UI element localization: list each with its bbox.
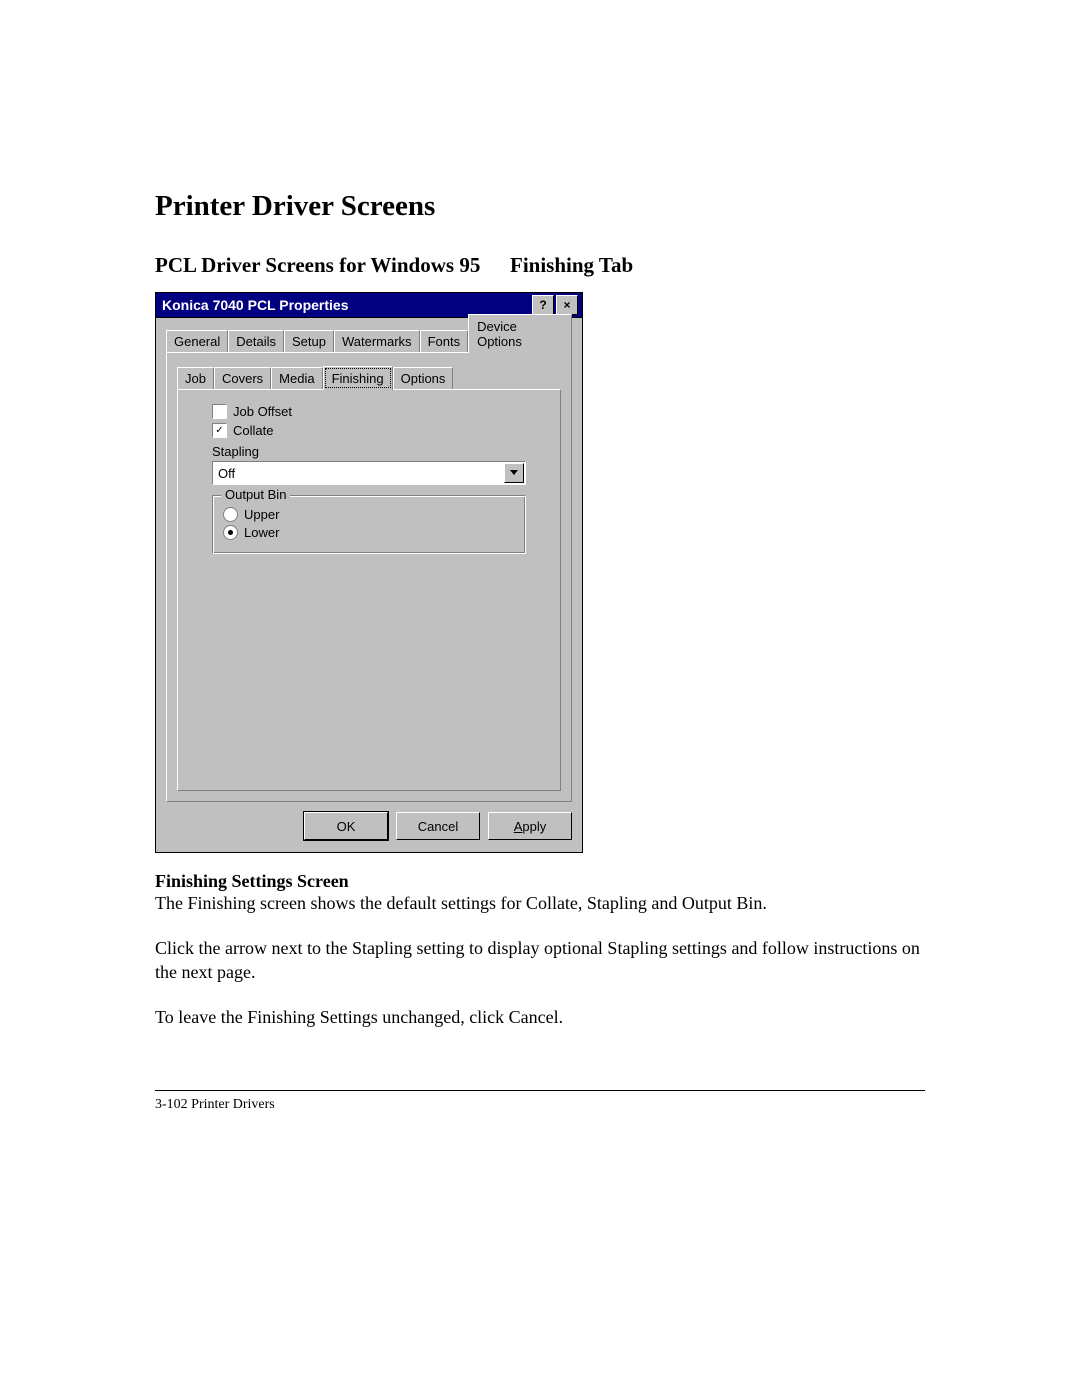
output-upper-label: Upper — [244, 507, 279, 522]
collate-checkbox[interactable]: ✓ — [212, 423, 227, 438]
paragraph-2: Click the arrow next to the Stapling set… — [155, 937, 925, 984]
subtitle-left: PCL Driver Screens for Windows 95 — [155, 253, 510, 278]
tab-setup[interactable]: Setup — [284, 330, 334, 352]
tabstrip-outer: General Details Setup Watermarks Fonts D… — [166, 328, 572, 352]
paragraph-3: To leave the Finishing Settings unchange… — [155, 1006, 925, 1029]
ok-button[interactable]: OK — [304, 812, 388, 840]
stapling-value: Off — [213, 466, 503, 481]
job-offset-checkbox[interactable] — [212, 404, 227, 419]
chevron-down-icon — [510, 470, 518, 476]
page-title: Printer Driver Screens — [155, 190, 925, 223]
properties-dialog: Konica 7040 PCL Properties ? × General D… — [155, 292, 583, 853]
dialog-body: General Details Setup Watermarks Fonts D… — [155, 317, 583, 853]
apply-rest: pply — [522, 819, 546, 834]
tab-options[interactable]: Options — [393, 367, 454, 389]
output-lower-label: Lower — [244, 525, 279, 540]
tab-details[interactable]: Details — [228, 330, 284, 352]
button-row: OK Cancel Apply — [166, 812, 572, 840]
tab-device-options[interactable]: Device Options — [468, 314, 572, 353]
radio-dot-icon — [228, 530, 233, 535]
output-lower-row[interactable]: Lower — [223, 525, 515, 540]
tab-job[interactable]: Job — [177, 367, 214, 389]
tab-finishing[interactable]: Finishing — [323, 366, 393, 390]
tab-general[interactable]: General — [166, 330, 228, 352]
subtitle-row: PCL Driver Screens for Windows 95 Finish… — [155, 253, 925, 278]
subtitle-right: Finishing Tab — [510, 253, 633, 278]
tab-media[interactable]: Media — [271, 367, 322, 389]
job-offset-label: Job Offset — [233, 404, 292, 419]
collate-row[interactable]: ✓ Collate — [212, 423, 550, 438]
stapling-dropdown[interactable]: Off — [212, 461, 526, 485]
tab-fonts[interactable]: Fonts — [420, 330, 469, 352]
close-button[interactable]: × — [556, 295, 578, 315]
output-bin-legend: Output Bin — [221, 487, 290, 502]
stapling-label: Stapling — [212, 444, 550, 459]
tab-covers[interactable]: Covers — [214, 367, 271, 389]
collate-label: Collate — [233, 423, 273, 438]
section-heading: Finishing Settings Screen — [155, 871, 925, 892]
dropdown-button[interactable] — [504, 463, 524, 483]
apply-button[interactable]: Apply — [488, 812, 572, 840]
footer: 3-102 Printer Drivers — [155, 1090, 925, 1113]
cancel-button[interactable]: Cancel — [396, 812, 480, 840]
output-bin-group: Output Bin Upper Lower — [212, 495, 526, 554]
output-lower-radio[interactable] — [223, 525, 238, 540]
tabpane-outer: Job Covers Media Finishing Options Job O… — [166, 352, 572, 802]
tab-watermarks[interactable]: Watermarks — [334, 330, 420, 352]
tabstrip-inner: Job Covers Media Finishing Options — [177, 365, 561, 389]
output-upper-row[interactable]: Upper — [223, 507, 515, 522]
checkmark-icon: ✓ — [215, 426, 223, 436]
help-button[interactable]: ? — [532, 295, 554, 315]
paragraph-1: The Finishing screen shows the default s… — [155, 892, 925, 915]
titlebar-caption: Konica 7040 PCL Properties — [162, 297, 530, 313]
output-upper-radio[interactable] — [223, 507, 238, 522]
job-offset-row[interactable]: Job Offset — [212, 404, 550, 419]
tabpane-inner: Job Offset ✓ Collate Stapling Off — [177, 389, 561, 791]
